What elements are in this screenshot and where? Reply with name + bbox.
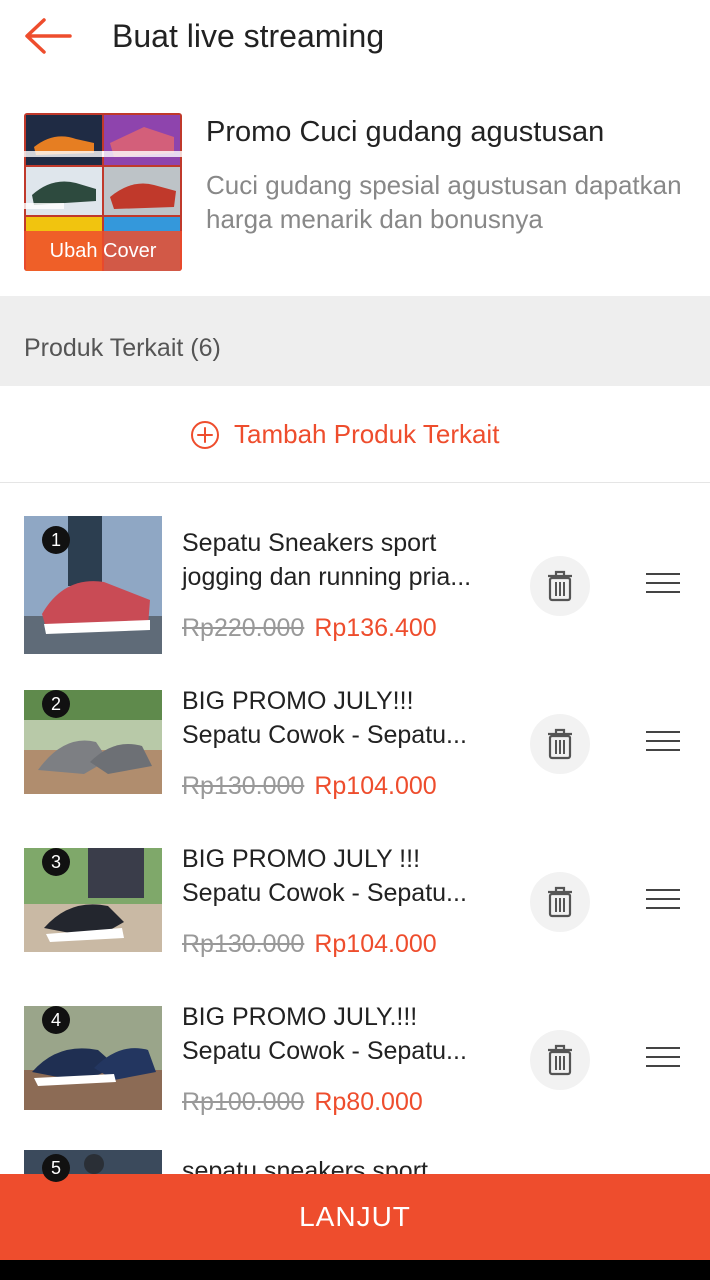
trash-icon: [548, 570, 572, 602]
product-thumbnail: 2: [24, 690, 162, 794]
section-title: Produk Terkait (6): [24, 334, 221, 362]
back-button[interactable]: [22, 14, 74, 58]
related-products-header: Produk Terkait (6): [0, 296, 710, 386]
product-thumbnail: 4: [24, 1006, 162, 1110]
app-header: Buat live streaming: [0, 0, 710, 80]
drag-handle[interactable]: [646, 1045, 680, 1069]
delete-product-button[interactable]: [530, 1030, 590, 1090]
stream-info: Ubah Cover Promo Cuci gudang agustusan C…: [0, 100, 710, 290]
product-thumbnail: 1: [24, 516, 162, 654]
menu-icon: [646, 1047, 680, 1067]
original-price: Rp130.000: [182, 930, 305, 958]
trash-icon: [548, 1044, 572, 1076]
discounted-price: Rp136.400: [314, 614, 437, 642]
drag-handle[interactable]: [646, 887, 680, 911]
product-item[interactable]: 2 BIG PROMO JULY!!! Sepatu Cowok - Sepat…: [0, 674, 710, 832]
product-number-badge: 3: [42, 848, 70, 876]
product-price: Rp220.000 Rp136.400: [182, 614, 437, 643]
stream-description: Cuci gudang spesial agustusan dapatkan h…: [206, 170, 682, 234]
product-name: BIG PROMO JULY!!! Sepatu Cowok - Sepatu.…: [182, 687, 467, 749]
product-item[interactable]: 4 BIG PROMO JULY.!!! Sepatu Cowok - Sepa…: [0, 990, 710, 1148]
arrow-left-icon: [25, 18, 72, 54]
product-number-badge: 2: [42, 690, 70, 718]
product-thumbnail: 3: [24, 848, 162, 952]
product-name: Sepatu Sneakers sport jogging dan runnin…: [182, 529, 472, 591]
system-nav-bar: [0, 1260, 710, 1280]
product-number-badge: 4: [42, 1006, 70, 1034]
trash-icon: [548, 728, 572, 760]
product-name: BIG PROMO JULY.!!! Sepatu Cowok - Sepatu…: [182, 1003, 467, 1065]
original-price: Rp100.000: [182, 1088, 305, 1116]
product-item[interactable]: 3 BIG PROMO JULY !!! Sepatu Cowok - Sepa…: [0, 832, 710, 990]
product-number-badge: 5: [42, 1154, 70, 1182]
product-price: Rp100.000 Rp80.000: [182, 1088, 423, 1117]
product-price: Rp130.000 Rp104.000: [182, 930, 437, 959]
change-cover-label: Ubah Cover: [24, 231, 182, 271]
menu-icon: [646, 889, 680, 909]
add-related-product-label: Tambah Produk Terkait: [234, 419, 500, 449]
menu-icon: [646, 731, 680, 751]
drag-handle[interactable]: [646, 729, 680, 753]
drag-handle[interactable]: [646, 571, 680, 595]
cover-image[interactable]: Ubah Cover: [24, 113, 182, 271]
add-related-product-button[interactable]: Tambah Produk Terkait: [0, 386, 710, 483]
discounted-price: Rp80.000: [314, 1088, 423, 1116]
discounted-price: Rp104.000: [314, 772, 437, 800]
original-price: Rp130.000: [182, 772, 305, 800]
stream-title: Promo Cuci gudang agustusan: [206, 116, 605, 148]
product-name: BIG PROMO JULY !!! Sepatu Cowok - Sepatu…: [182, 845, 467, 907]
delete-product-button[interactable]: [530, 714, 590, 774]
delete-product-button[interactable]: [530, 872, 590, 932]
product-price: Rp130.000 Rp104.000: [182, 772, 437, 801]
product-number-badge: 1: [42, 526, 70, 554]
menu-icon: [646, 573, 680, 593]
continue-button[interactable]: LANJUT: [0, 1174, 710, 1260]
product-item[interactable]: 1 Sepatu Sneakers sport jogging dan runn…: [0, 516, 710, 674]
plus-circle-icon: [191, 420, 219, 449]
original-price: Rp220.000: [182, 614, 305, 642]
trash-icon: [548, 886, 572, 918]
page-title: Buat live streaming: [112, 18, 385, 54]
discounted-price: Rp104.000: [314, 930, 437, 958]
delete-product-button[interactable]: [530, 556, 590, 616]
